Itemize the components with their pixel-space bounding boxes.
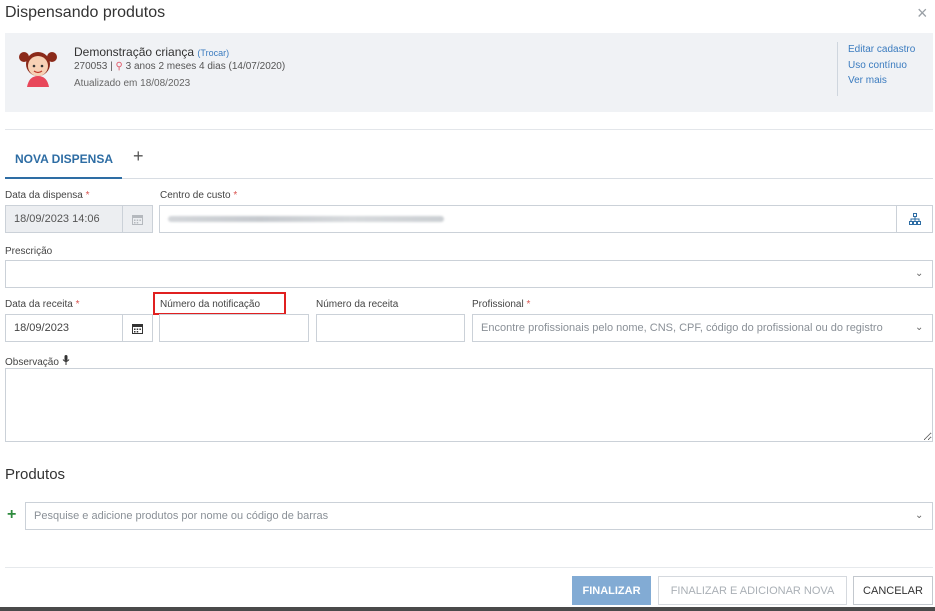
calendar-icon bbox=[122, 205, 153, 233]
modal-title: Dispensando produtos bbox=[5, 4, 166, 21]
location-pin-icon: ⚲ bbox=[115, 61, 123, 72]
change-patient-link[interactable]: (Trocar) bbox=[197, 48, 229, 58]
data-dispensa-input: 18/09/2023 14:06 bbox=[5, 205, 123, 233]
patient-name-line: Demonstração criança (Trocar) bbox=[74, 45, 229, 59]
chevron-down-icon: ⌄ bbox=[915, 322, 924, 333]
observacao-textarea[interactable] bbox=[5, 368, 933, 442]
cancelar-button[interactable]: CANCELAR bbox=[853, 576, 933, 605]
prescricao-select[interactable] bbox=[5, 260, 933, 288]
product-search-select[interactable]: Pesquise e adicione produtos por nome ou… bbox=[25, 502, 933, 530]
centro-custo-input[interactable] bbox=[159, 205, 897, 233]
numero-notificacao-input[interactable] bbox=[159, 314, 309, 342]
data-receita-input[interactable]: 18/09/2023 bbox=[5, 314, 123, 342]
patient-card: Demonstração criança (Trocar) 270053 | ⚲… bbox=[5, 33, 933, 112]
patient-separator: | bbox=[110, 61, 113, 72]
numero-receita-input[interactable] bbox=[316, 314, 465, 342]
redacted-value bbox=[168, 216, 444, 222]
tab-bar: NOVA DISPENSA + bbox=[5, 146, 933, 179]
patient-links: Editar cadastro Uso contínuo Ver mais bbox=[837, 42, 915, 96]
highlight-box bbox=[153, 292, 286, 315]
calendar-icon[interactable] bbox=[122, 314, 153, 342]
continuous-use-link[interactable]: Uso contínuo bbox=[848, 58, 915, 74]
patient-name: Demonstração criança bbox=[74, 45, 195, 59]
patient-id: 270053 bbox=[74, 61, 108, 72]
data-dispensa-label: Data da dispensa * bbox=[5, 190, 90, 201]
prescricao-label: Prescrição bbox=[5, 246, 53, 257]
finalizar-button[interactable]: FINALIZAR bbox=[572, 576, 651, 605]
data-receita-label: Data da receita * bbox=[5, 299, 80, 310]
chevron-down-icon: ⌄ bbox=[915, 510, 924, 521]
bottom-bar bbox=[0, 607, 935, 611]
hierarchy-icon[interactable] bbox=[896, 205, 933, 233]
product-search-placeholder: Pesquise e adicione produtos por nome ou… bbox=[34, 510, 329, 522]
patient-avatar bbox=[19, 52, 57, 87]
see-more-link[interactable]: Ver mais bbox=[848, 73, 915, 89]
profissional-placeholder: Encontre profissionais pelo nome, CNS, C… bbox=[481, 322, 883, 334]
add-product-icon[interactable]: + bbox=[7, 507, 16, 523]
numero-receita-label: Número da receita bbox=[316, 299, 399, 310]
finalizar-adicionar-nova-button[interactable]: FINALIZAR E ADICIONAR NOVA bbox=[658, 576, 847, 605]
microphone-icon[interactable] bbox=[62, 355, 70, 368]
edit-registration-link[interactable]: Editar cadastro bbox=[848, 42, 915, 58]
profissional-label: Profissional * bbox=[472, 299, 531, 310]
footer-divider bbox=[5, 567, 933, 568]
add-tab-icon[interactable]: + bbox=[133, 146, 144, 167]
produtos-title: Produtos bbox=[5, 466, 66, 483]
observacao-label: Observação bbox=[5, 355, 70, 368]
patient-age: 3 anos 2 meses 4 dias (14/07/2020) bbox=[125, 61, 286, 72]
patient-info: 270053 | ⚲ 3 anos 2 meses 4 dias (14/07/… bbox=[74, 61, 285, 72]
centro-custo-label: Centro de custo * bbox=[160, 190, 238, 201]
chevron-down-icon: ⌄ bbox=[915, 268, 924, 279]
profissional-select[interactable]: Encontre profissionais pelo nome, CNS, C… bbox=[472, 314, 933, 342]
close-icon[interactable]: × bbox=[917, 4, 928, 22]
divider bbox=[5, 129, 933, 130]
tab-nova-dispensa[interactable]: NOVA DISPENSA bbox=[5, 149, 122, 179]
patient-updated: Atualizado em 18/08/2023 bbox=[74, 78, 191, 89]
